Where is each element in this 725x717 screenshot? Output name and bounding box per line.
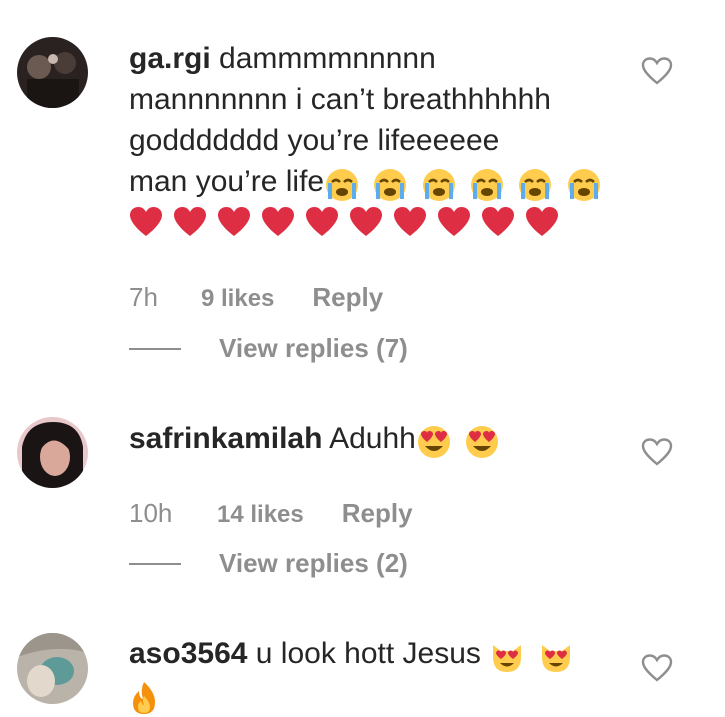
red-heart-icon (306, 206, 338, 236)
comment-meta: 7h 9 likes Reply (129, 282, 383, 313)
red-heart-icon (130, 206, 162, 236)
red-heart-icon (350, 206, 382, 236)
comment-line: man you’re life (129, 165, 325, 198)
comment-body: Aduhh (329, 422, 416, 455)
emoji-group (416, 420, 504, 461)
comment-meta: 10h 14 likes Reply (129, 498, 413, 529)
avatar[interactable] (17, 37, 88, 108)
comment-text: safrinkamilah Aduhh (129, 418, 619, 461)
heart-outline-icon[interactable] (641, 653, 673, 683)
loudly-crying-face-icon (471, 168, 504, 201)
emoji-group (489, 635, 577, 676)
divider-line (129, 347, 181, 350)
heart-outline-icon[interactable] (641, 437, 673, 467)
red-heart-icon (174, 206, 206, 236)
comment-line: mannnnnnn i can’t breathhhhhh (129, 83, 551, 116)
comment-item: safrinkamilah Aduhh 10h 14 likes Reply V… (0, 400, 725, 600)
comment-username[interactable]: safrinkamilah (129, 422, 322, 455)
view-replies-button[interactable]: View replies (7) (129, 333, 408, 364)
loudly-crying-face-icon (567, 168, 600, 201)
heart-eyes-face-icon (466, 425, 499, 458)
red-heart-icon (526, 206, 558, 236)
divider-line (129, 562, 181, 565)
comment-username[interactable]: aso3564 (129, 637, 247, 670)
red-heart-icon (394, 206, 426, 236)
heart-emoji-row (129, 206, 619, 238)
comment-likes[interactable]: 9 likes (201, 285, 274, 313)
view-replies-label: View replies (2) (219, 548, 408, 578)
loudly-crying-face-icon (519, 168, 552, 201)
heart-eyes-cat-icon (541, 644, 570, 672)
comment-text: aso3564 u look hott Jesus (129, 633, 619, 717)
heart-outline-icon[interactable] (641, 56, 673, 86)
comment-text: ga.rgi dammmmnnnnn mannnnnnn i can’t bre… (129, 38, 619, 238)
fire-icon (133, 681, 155, 714)
loudly-crying-face-icon (374, 168, 407, 201)
red-heart-icon (262, 206, 294, 236)
reply-button[interactable]: Reply (312, 282, 383, 313)
avatar[interactable] (17, 417, 88, 488)
red-heart-icon (438, 206, 470, 236)
loudly-crying-face-icon (326, 168, 359, 201)
reply-button[interactable]: Reply (342, 498, 413, 529)
comment-line: dammmmnnnnn (219, 42, 436, 75)
view-replies-button[interactable]: View replies (2) (129, 548, 408, 579)
loudly-crying-face-icon (422, 168, 455, 201)
comment-username[interactable]: ga.rgi (129, 42, 211, 75)
heart-eyes-face-icon (417, 425, 450, 458)
red-heart-icon (482, 206, 514, 236)
comment-likes[interactable]: 14 likes (217, 501, 304, 529)
comment-item: ga.rgi dammmmnnnnn mannnnnnn i can’t bre… (0, 0, 725, 400)
comment-item: aso3564 u look hott Jesus (0, 600, 725, 715)
view-replies-label: View replies (7) (219, 333, 408, 363)
emoji-group (324, 163, 606, 204)
heart-eyes-cat-icon (493, 644, 522, 672)
comment-body: u look hott Jesus (255, 637, 481, 670)
comment-line: goddddddd you’re lifeeeeee (129, 124, 500, 157)
comment-time[interactable]: 10h (129, 498, 217, 529)
avatar[interactable] (17, 633, 88, 704)
red-heart-icon (218, 206, 250, 236)
comment-time[interactable]: 7h (129, 282, 201, 313)
